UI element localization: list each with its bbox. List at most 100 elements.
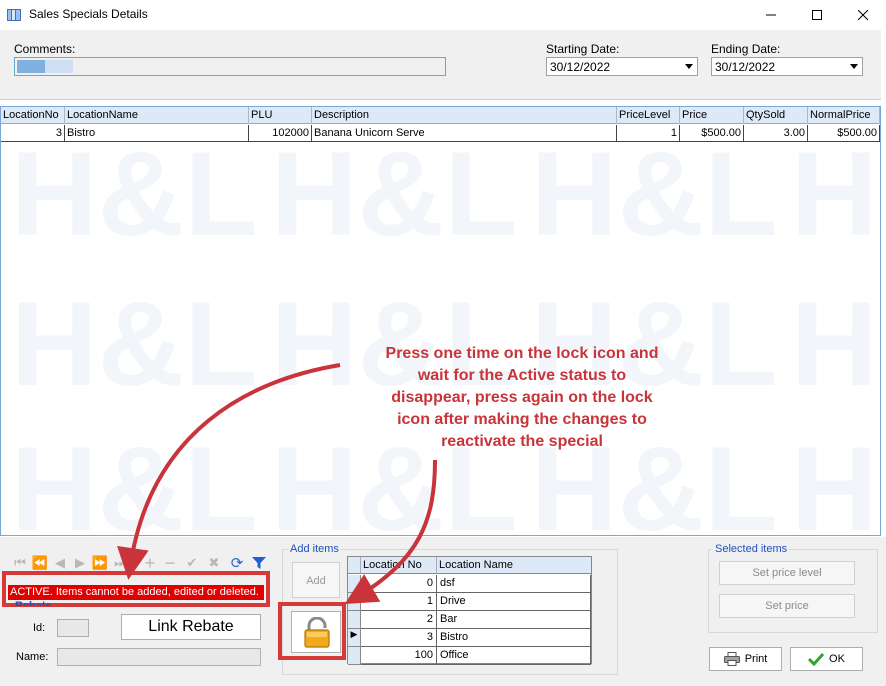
rebate-group-title: Rebate (15, 600, 52, 606)
minimize-icon (766, 14, 776, 16)
column-header-pricelevel[interactable]: PriceLevel (617, 107, 680, 124)
location-table-corner (348, 557, 361, 574)
cell-price[interactable]: $500.00 (680, 125, 744, 142)
comments-progress (17, 60, 73, 73)
cell-location-no[interactable]: 0 (361, 575, 437, 593)
column-header-locationname[interactable]: LocationName (65, 107, 249, 124)
ending-date-value: 30/12/2022 (715, 60, 776, 74)
lock-icon (304, 617, 330, 648)
svg-text:H&L: H&L (271, 127, 518, 261)
row-indicator[interactable] (348, 647, 361, 665)
row-indicator[interactable] (348, 593, 361, 611)
cell-normalprice[interactable]: $500.00 (808, 125, 880, 142)
column-header-price[interactable]: Price (680, 107, 744, 124)
set-price-level-button[interactable]: Set price level (719, 561, 855, 585)
selected-items-title: Selected items (713, 543, 790, 555)
close-button[interactable] (840, 0, 886, 30)
cell-location-no[interactable]: 2 (361, 611, 437, 629)
comments-input[interactable] (14, 57, 446, 76)
window-title: Sales Specials Details (29, 7, 148, 21)
annotation-line: disappear, press again on the lock (391, 389, 653, 406)
rebate-id-field[interactable] (57, 619, 89, 637)
print-button[interactable]: Print (709, 647, 782, 671)
ok-button[interactable]: OK (790, 647, 863, 671)
annotation-line: Press one time on the lock icon and (385, 345, 659, 362)
annotation-line: icon after making the changes to (397, 411, 647, 428)
id-label: Id: (33, 622, 46, 634)
link-rebate-button[interactable]: Link Rebate (121, 614, 261, 640)
cell-pricelevel[interactable]: 1 (617, 125, 680, 142)
name-label: Name: (16, 651, 49, 663)
close-icon (858, 10, 868, 20)
cell-location-name[interactable]: Bar (437, 611, 591, 629)
first-record-icon[interactable]: ⏮ (12, 555, 28, 571)
title-bar: Sales Specials Details (0, 0, 886, 30)
delete-icon[interactable]: − (162, 553, 178, 573)
add-button[interactable]: Add (292, 562, 340, 598)
grid-header: LocationNo LocationName PLU Description … (1, 107, 880, 124)
ending-date-label: Ending Date: (711, 42, 781, 56)
comments-label: Comments: (14, 42, 76, 56)
next-page-icon[interactable]: ⏩ (92, 555, 108, 571)
printer-icon (723, 652, 740, 666)
column-header-plu[interactable]: PLU (249, 107, 312, 124)
cell-location-name[interactable]: Drive (437, 593, 591, 611)
specials-grid[interactable]: H&L H&L H&L H H&L H&L H&L H H&L H&L H&L H Locatio… (0, 106, 881, 536)
dropdown-arrow-icon[interactable] (685, 64, 693, 69)
column-header-qtysold[interactable]: QtySold (744, 107, 808, 124)
prior-record-icon[interactable]: ◀ (52, 555, 68, 571)
dropdown-arrow-icon[interactable] (850, 64, 858, 69)
last-record-icon[interactable]: ⏭ (112, 555, 128, 571)
column-header-location-no[interactable]: Location No (361, 557, 437, 574)
set-price-button[interactable]: Set price (719, 594, 855, 618)
cell-locationname[interactable]: Bistro (65, 125, 249, 142)
column-header-locationno[interactable]: LocationNo (1, 107, 65, 124)
cell-location-name[interactable]: dsf (437, 575, 591, 593)
rebate-name-field[interactable] (57, 648, 261, 666)
cell-qtysold[interactable]: 3.00 (744, 125, 808, 142)
svg-text:H&L: H&L (11, 127, 258, 261)
cell-location-name[interactable]: Office (437, 647, 591, 665)
filter-icon[interactable] (251, 555, 267, 571)
minimize-button[interactable] (748, 0, 794, 30)
ending-date-picker[interactable]: 30/12/2022 (711, 57, 863, 76)
cancel-icon[interactable]: ✖ (206, 555, 222, 571)
svg-text:H&L: H&L (11, 277, 258, 411)
cell-plu[interactable]: 102000 (249, 125, 312, 142)
refresh-icon[interactable]: ⟳ (229, 555, 245, 572)
table-row[interactable]: 3 Bistro 102000 Banana Unicorn Serve 1 $… (1, 125, 880, 142)
maximize-icon (812, 10, 822, 20)
insert-icon[interactable]: + (142, 553, 158, 573)
next-record-icon[interactable]: ▶ (72, 555, 88, 571)
watermark-logo: H&L H&L H&L H H&L H&L H&L H H&L H&L H&L H (11, 127, 878, 535)
annotation-line: reactivate the special (441, 433, 603, 450)
starting-date-picker[interactable]: 30/12/2022 (546, 57, 698, 76)
svg-text:H&L: H&L (531, 127, 778, 261)
lock-button[interactable] (291, 611, 341, 653)
cell-location-no[interactable]: 3 (361, 629, 437, 647)
cell-location-no[interactable]: 100 (361, 647, 437, 665)
maximize-button[interactable] (794, 0, 840, 30)
cell-location-name[interactable]: Bistro (437, 629, 591, 647)
svg-text:H: H (791, 277, 878, 411)
row-indicator[interactable] (348, 611, 361, 629)
print-label: Print (744, 653, 768, 665)
cell-description[interactable]: Banana Unicorn Serve (312, 125, 617, 142)
svg-text:H: H (791, 422, 878, 535)
starting-date-label: Starting Date: (546, 42, 620, 56)
location-table[interactable]: Location No Location Name 0 dsf 1 Drive … (347, 556, 592, 665)
prior-page-icon[interactable]: ⏪ (32, 555, 48, 571)
svg-text:H: H (791, 127, 878, 261)
cell-locationno[interactable]: 3 (1, 125, 65, 142)
post-icon[interactable]: ✔ (184, 555, 200, 571)
row-indicator[interactable] (348, 575, 361, 593)
column-header-location-name[interactable]: Location Name (437, 557, 591, 574)
column-header-description[interactable]: Description (312, 107, 617, 124)
active-status-text: ACTIVE. Items cannot be added, edited or… (8, 585, 264, 600)
current-row-indicator[interactable]: ▶ (348, 629, 361, 647)
cell-location-no[interactable]: 1 (361, 593, 437, 611)
add-items-title: Add items (288, 543, 341, 555)
ok-label: OK (829, 653, 845, 665)
column-header-normalprice[interactable]: NormalPrice (808, 107, 880, 124)
app-icon (7, 9, 21, 21)
